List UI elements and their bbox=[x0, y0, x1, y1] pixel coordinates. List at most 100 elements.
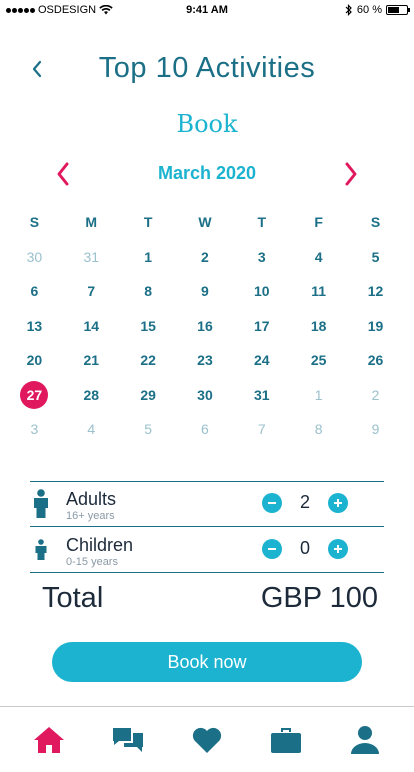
calendar-day[interactable]: 13 bbox=[20, 312, 48, 340]
calendar-day[interactable]: 14 bbox=[77, 312, 105, 340]
adults-label: Adults bbox=[66, 489, 117, 509]
weekday-header-row: SMTWTFS bbox=[6, 205, 404, 240]
calendar-day[interactable]: 31 bbox=[77, 243, 105, 271]
calendar-day[interactable]: 3 bbox=[248, 243, 276, 271]
adults-age-range: 16+ years bbox=[66, 510, 115, 522]
calendar-day[interactable]: 4 bbox=[77, 415, 105, 443]
calendar-day-cell: 30 bbox=[6, 243, 63, 271]
calendar-day[interactable]: 7 bbox=[248, 415, 276, 443]
calendar-day[interactable]: 28 bbox=[77, 381, 105, 409]
calendar-day[interactable]: 31 bbox=[248, 381, 276, 409]
calendar-day[interactable]: 16 bbox=[191, 312, 219, 340]
chevron-right-icon bbox=[345, 162, 357, 186]
calendar-day-cell: 3 bbox=[6, 415, 63, 443]
tab-home[interactable] bbox=[23, 718, 75, 762]
heart-icon bbox=[192, 727, 222, 753]
tab-bookings[interactable] bbox=[260, 718, 312, 762]
battery-icon bbox=[386, 5, 410, 15]
tab-messages[interactable] bbox=[102, 718, 154, 762]
calendar-day[interactable]: 4 bbox=[305, 243, 333, 271]
calendar-day[interactable]: 29 bbox=[134, 381, 162, 409]
tab-profile[interactable] bbox=[339, 718, 391, 762]
calendar-day[interactable]: 8 bbox=[134, 277, 162, 305]
calendar-day[interactable]: 2 bbox=[361, 381, 389, 409]
calendar-day[interactable]: 26 bbox=[361, 346, 389, 374]
minus-icon bbox=[268, 501, 276, 504]
calendar-day[interactable]: 11 bbox=[305, 277, 333, 305]
calendar-day-cell: 1 bbox=[290, 381, 347, 409]
calendar-day[interactable]: 25 bbox=[305, 346, 333, 374]
children-stepper: 0 bbox=[262, 538, 348, 559]
calendar-day[interactable]: 30 bbox=[191, 381, 219, 409]
calendar-week-row: 27 28 29 30 31 1 2 bbox=[6, 378, 404, 413]
calendar-week-row: 3 4 5 6 7 89 bbox=[6, 412, 404, 447]
book-now-button[interactable]: Book now bbox=[52, 642, 362, 682]
calendar-day-selected[interactable]: 27 bbox=[20, 380, 49, 409]
children-increment-button[interactable] bbox=[328, 538, 348, 559]
calendar-week-row: 6 7 8 9 10 11 12 bbox=[6, 274, 404, 309]
page-title: Top 10 Activities bbox=[98, 52, 316, 84]
children-decrement-button[interactable] bbox=[262, 538, 282, 559]
calendar-day[interactable]: 6 bbox=[20, 277, 48, 305]
adults-count: 2 bbox=[299, 492, 310, 512]
calendar-day[interactable]: 3 bbox=[20, 415, 48, 443]
calendar-day-cell: 31 bbox=[63, 243, 120, 271]
battery-percent: 60 % bbox=[356, 4, 382, 16]
calendar-day[interactable]: 9 bbox=[361, 415, 389, 443]
status-bar: OSDESIGN 9:41 AM 60 % bbox=[0, 0, 414, 20]
calendar-day[interactable]: 10 bbox=[248, 277, 276, 305]
calendar-day-cell: 17 bbox=[233, 312, 290, 340]
calendar-day-cell: 31 bbox=[233, 381, 290, 409]
calendar-day[interactable]: 21 bbox=[77, 346, 105, 374]
calendar-day[interactable]: 24 bbox=[248, 346, 276, 374]
divider bbox=[30, 572, 384, 573]
calendar-day[interactable]: 19 bbox=[361, 312, 389, 340]
calendar-day[interactable]: 12 bbox=[361, 277, 389, 305]
calendar-day[interactable]: 15 bbox=[134, 312, 162, 340]
minus-icon bbox=[268, 547, 276, 550]
calendar-day-cell: 7 bbox=[233, 415, 290, 443]
calendar-week-row: 13 14 15 16 17 18 19 bbox=[6, 309, 404, 344]
calendar-day-cell: 9 bbox=[177, 277, 234, 305]
adults-stepper: 2 bbox=[262, 492, 348, 513]
calendar-day-cell: 18 bbox=[290, 312, 347, 340]
calendar-day[interactable]: 5 bbox=[134, 415, 162, 443]
month-nav: March 2020 bbox=[0, 158, 414, 190]
calendar-day[interactable]: 23 bbox=[191, 346, 219, 374]
divider bbox=[30, 526, 384, 527]
calendar-day[interactable]: 6 bbox=[191, 415, 219, 443]
tab-favorites[interactable] bbox=[181, 718, 233, 762]
calendar-day[interactable]: 5 bbox=[361, 243, 389, 271]
total-label: Total bbox=[42, 582, 104, 614]
weekday-label: S bbox=[29, 214, 40, 231]
weekday-label: F bbox=[314, 214, 323, 231]
adults-decrement-button[interactable] bbox=[262, 492, 282, 513]
calendar-day-cell: 6 bbox=[6, 277, 63, 305]
calendar-day[interactable]: 2 bbox=[191, 243, 219, 271]
calendar-day[interactable]: 8 bbox=[305, 415, 333, 443]
calendar-day[interactable]: 22 bbox=[134, 346, 162, 374]
calendar-day[interactable]: 30 bbox=[20, 243, 48, 271]
briefcase-icon bbox=[270, 727, 301, 753]
calendar-day[interactable]: 17 bbox=[248, 312, 276, 340]
battery-level bbox=[388, 7, 399, 13]
home-icon bbox=[34, 726, 65, 753]
calendar-day-cell: 14 bbox=[63, 312, 120, 340]
next-month-button[interactable] bbox=[336, 158, 366, 190]
calendar-day-cell: 24 bbox=[233, 346, 290, 374]
calendar-grid: SMTWTFS 30 31 1 2 3 4 5 6 7 8 9 10 11 12 13 14 15 16 17 18 1… bbox=[6, 205, 404, 447]
calendar-day[interactable]: 20 bbox=[20, 346, 48, 374]
calendar-day[interactable]: 9 bbox=[191, 277, 219, 305]
calendar-day-cell: 30 bbox=[177, 381, 234, 409]
calendar-day[interactable]: 7 bbox=[77, 277, 105, 305]
calendar-day[interactable]: 1 bbox=[305, 381, 333, 409]
calendar-day[interactable]: 18 bbox=[305, 312, 333, 340]
calendar-day-cell: 8 bbox=[290, 415, 347, 443]
calendar-day-cell: 23 bbox=[177, 346, 234, 374]
calendar-day-cell: 13 bbox=[6, 312, 63, 340]
calendar-day[interactable]: 1 bbox=[134, 243, 162, 271]
bluetooth-icon bbox=[345, 4, 352, 16]
calendar-day-cell: 12 bbox=[347, 277, 404, 305]
status-right: 60 % bbox=[345, 4, 410, 16]
adults-increment-button[interactable] bbox=[328, 492, 348, 513]
